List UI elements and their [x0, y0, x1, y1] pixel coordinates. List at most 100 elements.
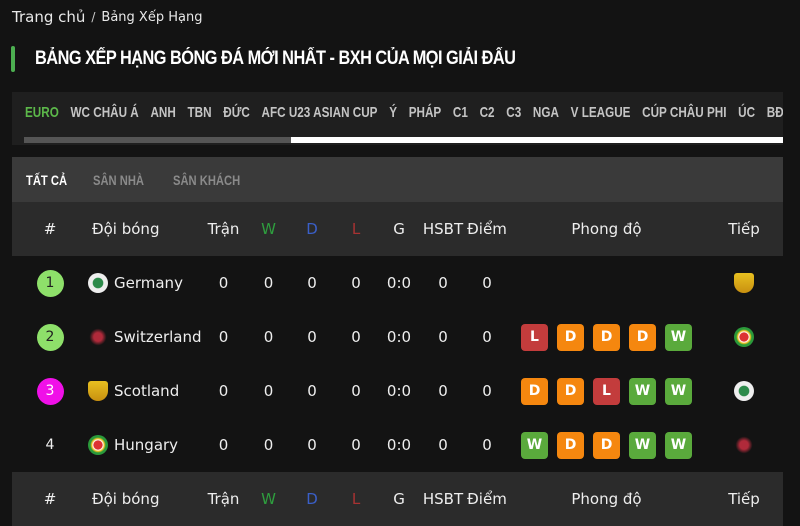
header-gd: HSBT	[422, 220, 464, 238]
table-row[interactable]: 1 Germany 0 0 0 0 0:0 0 0	[12, 256, 783, 310]
form-cell: DDLWW	[508, 377, 705, 405]
g-cell: 0:0	[386, 382, 412, 400]
title-accent	[11, 46, 15, 72]
league-tab[interactable]: AFC U23 ASIAN CUP	[262, 104, 378, 121]
w-cell: 0	[263, 328, 274, 346]
w-cell: 0	[263, 436, 274, 454]
pts-cell: 0	[482, 436, 492, 454]
header-played: Trận	[207, 490, 240, 508]
header-gd: HSBT	[422, 490, 464, 508]
d-cell: 0	[307, 328, 317, 346]
header-w: W	[261, 220, 276, 238]
league-tab[interactable]: WC CHÂU Á	[71, 104, 139, 121]
filter-tab[interactable]: SÂN NHÀ	[93, 172, 144, 188]
header-w: W	[261, 490, 276, 508]
form-badge-loss: L	[593, 377, 620, 405]
league-tab[interactable]: PHÁP	[409, 104, 442, 121]
team-name[interactable]: Scotland	[114, 382, 179, 400]
form-badge-draw: D	[593, 431, 620, 459]
standings-table: # Đội bóng Trận W D L G HSBT Điểm Phong độ Tiếp 1 Ge…	[12, 202, 783, 526]
w-cell: 0	[263, 274, 274, 292]
d-cell: 0	[307, 382, 317, 400]
league-scrollbar[interactable]	[24, 137, 783, 143]
gd-cell: 0	[438, 436, 448, 454]
next-opponent-cell	[705, 381, 783, 401]
league-tab[interactable]: ĐỨC	[223, 104, 250, 121]
scotland-crest-icon	[88, 381, 108, 401]
form-badge-draw: D	[593, 323, 620, 351]
team-cell: Hungary	[88, 435, 200, 455]
form-badge-draw: D	[557, 323, 584, 351]
next-opponent-cell	[705, 435, 783, 455]
league-tab[interactable]: C3	[506, 104, 521, 121]
header-team: Đội bóng	[92, 220, 160, 238]
team-name[interactable]: Switzerland	[114, 328, 202, 346]
league-tab[interactable]: V LEAGUE	[571, 104, 631, 121]
switzerland-crest-icon[interactable]	[734, 435, 754, 455]
team-cell: Germany	[88, 273, 200, 293]
next-opponent-cell	[705, 273, 783, 293]
hungary-crest-icon[interactable]	[734, 327, 754, 347]
header-l: L	[351, 220, 361, 238]
g-cell: 0:0	[386, 328, 412, 346]
header-next: Tiếp	[728, 490, 760, 508]
league-tab[interactable]: NGA	[533, 104, 559, 121]
w-cell: 0	[263, 382, 274, 400]
pts-cell: 0	[482, 274, 492, 292]
rank-badge: 4	[45, 437, 55, 453]
header-team: Đội bóng	[92, 490, 160, 508]
header-g: G	[393, 490, 405, 508]
form-cell: WDDWW	[508, 431, 705, 459]
pts-cell: 0	[482, 382, 492, 400]
played-cell: 0	[218, 382, 229, 400]
league-tab[interactable]: TBN	[188, 104, 212, 121]
rank-badge: 1	[36, 269, 64, 297]
team-name[interactable]: Hungary	[114, 436, 178, 454]
table-header: # Đội bóng Trận W D L G HSBT Điểm Phong độ Tiếp	[12, 202, 783, 256]
form-badge-draw: D	[557, 377, 584, 405]
form-badge-win: W	[665, 431, 692, 459]
hungary-crest-icon	[88, 435, 108, 455]
league-tab[interactable]: EURO	[25, 104, 59, 121]
header-g: G	[393, 220, 405, 238]
league-tab[interactable]: CÚP CHÂU PHI	[642, 104, 726, 121]
form-badge-win: W	[629, 431, 656, 459]
header-form: Phong độ	[571, 490, 642, 508]
team-cell: Switzerland	[88, 327, 202, 347]
table-row[interactable]: 3 Scotland 0 0 0 0 0:0 0 0 D D L W W	[12, 364, 783, 418]
league-tab[interactable]: BĐN	[767, 104, 783, 121]
team-name[interactable]: Germany	[114, 274, 183, 292]
page-title: BẢNG XẾP HẠNG BÓNG ĐÁ MỚI NHẤT - BXH CỦA…	[35, 48, 516, 69]
scotland-crest-icon[interactable]	[734, 273, 754, 293]
d-cell: 0	[307, 436, 317, 454]
league-tab[interactable]: ÚC	[738, 104, 755, 121]
filter-tab[interactable]: TẤT CẢ	[26, 172, 67, 188]
gd-cell: 0	[438, 382, 448, 400]
league-tab[interactable]: C1	[453, 104, 468, 121]
header-played: Trận	[207, 220, 240, 238]
l-cell: 0	[351, 328, 361, 346]
form-badge-win: W	[665, 377, 692, 405]
table-row[interactable]: 2 Switzerland 0 0 0 0 0:0 0 0 L D D D W	[12, 310, 783, 364]
breadcrumb-home[interactable]: Trang chủ	[12, 8, 85, 26]
rank-cell: 4	[12, 432, 88, 459]
header-l: L	[351, 490, 361, 508]
league-tab[interactable]: ANH	[150, 104, 175, 121]
played-cell: 0	[218, 274, 229, 292]
filter-tab[interactable]: SÂN KHÁCH	[173, 172, 240, 188]
header-rank: #	[43, 220, 57, 238]
league-tabs: EURO WC CHÂU Á ANH TBN ĐỨC AFC U23 ASIAN CUP Ý…	[12, 92, 783, 145]
germany-crest-icon[interactable]	[734, 381, 754, 401]
breadcrumb: Trang chủ / Bảng Xếp Hạng	[12, 8, 202, 26]
germany-crest-icon	[88, 273, 108, 293]
league-tab[interactable]: Ý	[389, 104, 397, 121]
form-badge-win: W	[629, 377, 656, 405]
header-form: Phong độ	[571, 220, 642, 238]
g-cell: 0:0	[386, 436, 412, 454]
table-row[interactable]: 4 Hungary 0 0 0 0 0:0 0 0 W D D W W	[12, 418, 783, 472]
form-badge-draw: D	[557, 431, 584, 459]
form-badge-draw: D	[629, 323, 656, 351]
filter-tabs: TẤT CẢ SÂN NHÀ SÂN KHÁCH	[12, 157, 783, 202]
scrollbar-thumb[interactable]	[24, 137, 291, 143]
league-tab[interactable]: C2	[480, 104, 495, 121]
